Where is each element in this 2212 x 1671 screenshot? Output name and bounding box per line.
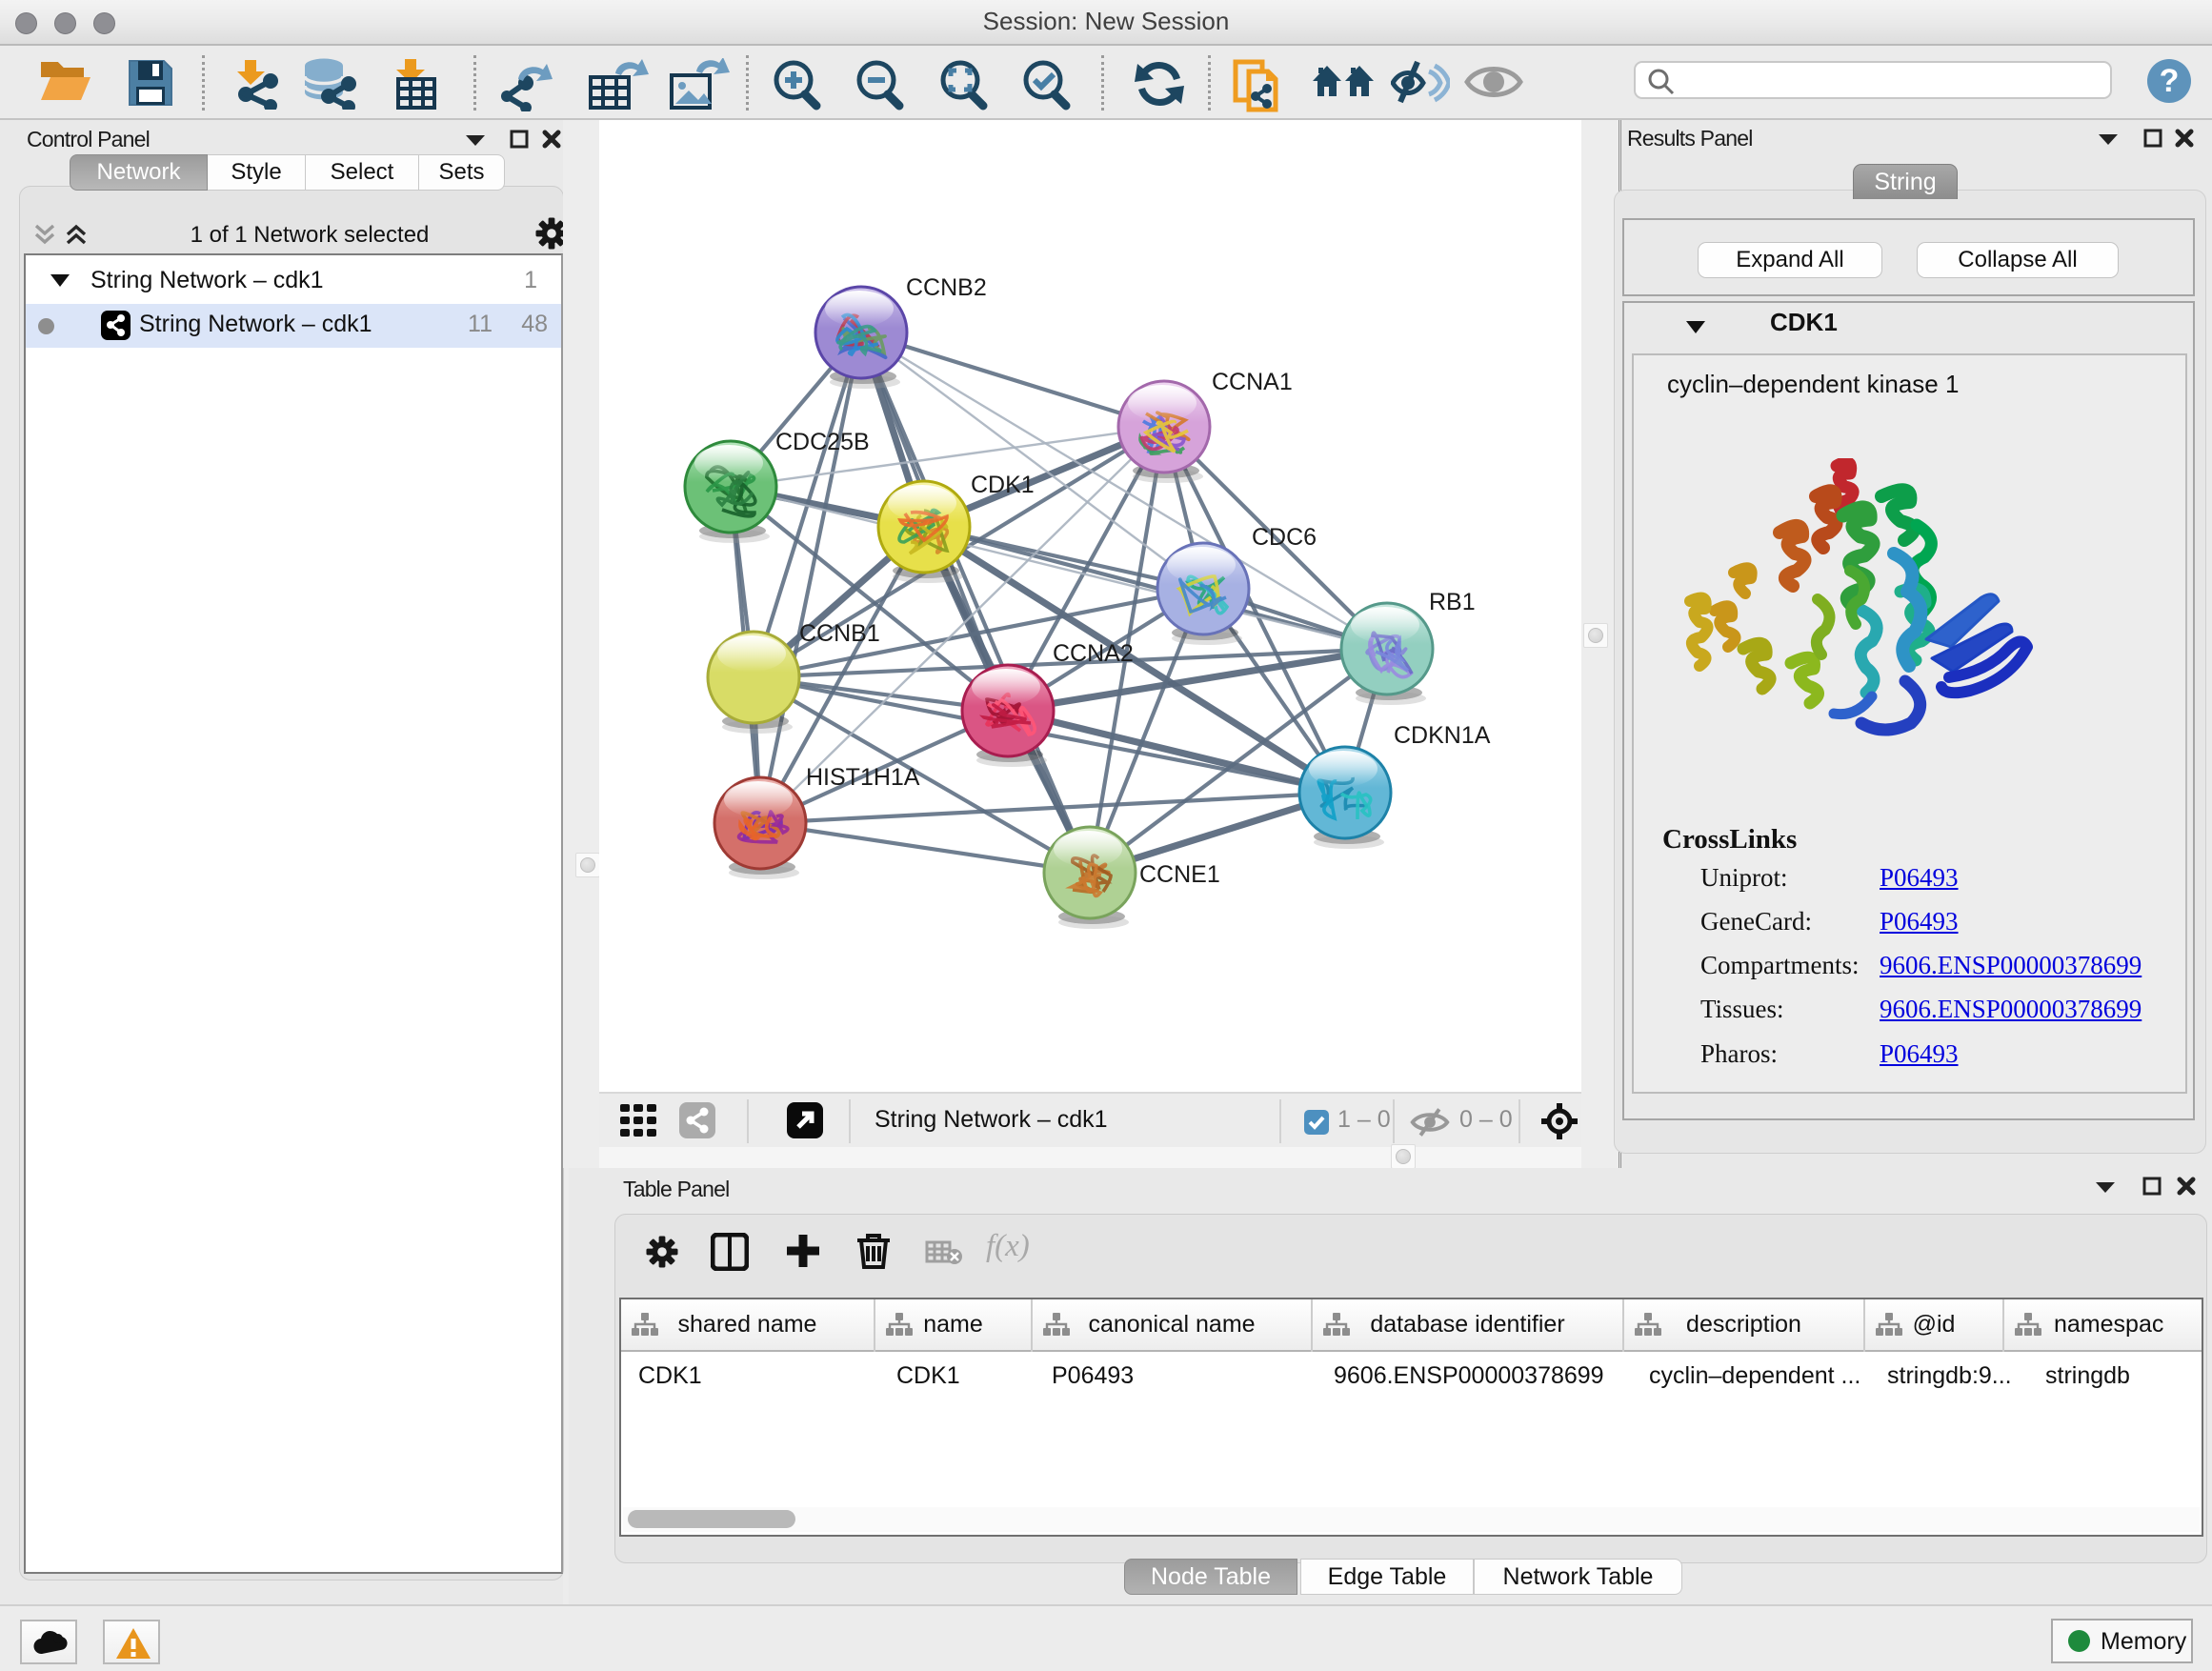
svg-text:CCNB2: CCNB2 bbox=[906, 274, 987, 301]
svg-text:CDK1: CDK1 bbox=[971, 472, 1035, 498]
svg-text:HIST1H1A: HIST1H1A bbox=[806, 764, 920, 791]
svg-text:CDC25B: CDC25B bbox=[775, 429, 870, 455]
svg-text:CCNA2: CCNA2 bbox=[1053, 640, 1134, 667]
svg-text:CCNB1: CCNB1 bbox=[799, 620, 880, 647]
svg-text:?: ? bbox=[2160, 63, 2180, 99]
svg-text:CDC6: CDC6 bbox=[1252, 524, 1317, 551]
svg-text:CCNA1: CCNA1 bbox=[1212, 369, 1293, 395]
svg-text:RB1: RB1 bbox=[1429, 589, 1476, 615]
svg-text:CDKN1A: CDKN1A bbox=[1394, 722, 1491, 749]
svg-text:CCNE1: CCNE1 bbox=[1139, 861, 1220, 888]
